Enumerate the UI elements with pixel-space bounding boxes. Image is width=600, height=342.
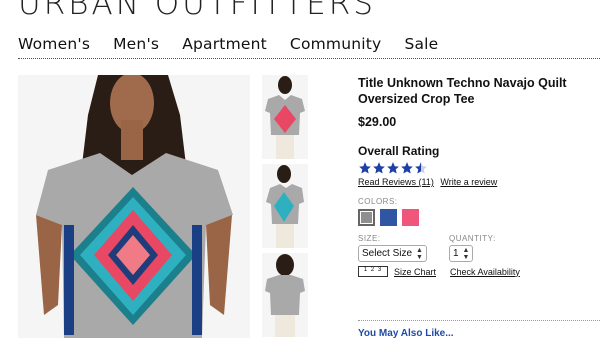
nav-divider: [18, 58, 600, 59]
swatch-pink[interactable]: [402, 209, 419, 226]
swatch-blue[interactable]: [380, 209, 397, 226]
size-label: SIZE:: [358, 234, 381, 243]
size-group: SIZE: Select Size ▲ ▼: [358, 234, 427, 262]
rating-stars: [358, 161, 598, 175]
color-swatches: [358, 209, 598, 226]
thumbnail-front[interactable]: [262, 75, 308, 159]
thumbnail-back[interactable]: [262, 253, 308, 337]
size-select-value: Select Size: [362, 248, 413, 259]
select-arrows-icon: ▲ ▼: [462, 246, 470, 261]
select-arrows-icon: ▲ ▼: [416, 246, 423, 261]
star-icon: [401, 162, 413, 174]
swatch-grey[interactable]: [358, 209, 375, 226]
quantity-label: QUANTITY:: [448, 234, 496, 243]
size-chart-row: 1 2 3 Size Chart Check Availability: [358, 266, 598, 277]
review-links: Read Reviews (11) Write a review: [358, 177, 598, 187]
also-divider: [358, 320, 600, 321]
product-price: $29.00: [358, 115, 397, 129]
thumbnail-list: [262, 75, 308, 342]
colors-label: COLORS:: [358, 197, 398, 206]
check-availability-link[interactable]: Check Availability: [450, 267, 520, 277]
nav-community[interactable]: Community: [290, 35, 382, 53]
thumbnail-side[interactable]: [262, 164, 308, 248]
nav-women[interactable]: Women's: [18, 35, 90, 53]
quantity-group: QUANTITY: 1 ▲ ▼: [448, 234, 496, 262]
product-info: Title Unknown Techno Navajo Quilt Oversi…: [358, 75, 598, 277]
size-select[interactable]: Select Size ▲ ▼: [358, 245, 427, 262]
ruler-icon: 1 2 3: [358, 266, 388, 277]
size-chart-link[interactable]: Size Chart: [394, 267, 436, 277]
quantity-select-value: 1: [452, 248, 459, 259]
brand-logo[interactable]: URBAN OUTFITTERS: [18, 0, 376, 22]
size-quantity-row: SIZE: Select Size ▲ ▼ QUANTITY: 1 ▲ ▼: [358, 234, 598, 262]
main-nav: Women's Men's Apartment Community Sale: [18, 35, 461, 53]
product-main-image[interactable]: [18, 75, 250, 338]
you-may-also-like-heading[interactable]: You May Also Like...: [358, 328, 454, 339]
quantity-select[interactable]: 1 ▲ ▼: [448, 245, 474, 262]
star-icon: [373, 162, 385, 174]
rating-label: Overall Rating: [358, 144, 440, 158]
star-icon: [387, 162, 399, 174]
star-icon: [359, 162, 371, 174]
half-star-icon: [415, 162, 427, 174]
nav-apartment[interactable]: Apartment: [182, 35, 267, 53]
nav-men[interactable]: Men's: [113, 35, 159, 53]
write-review-link[interactable]: Write a review: [440, 177, 497, 187]
read-reviews-link[interactable]: Read Reviews (11): [358, 177, 434, 187]
product-title: Title Unknown Techno Navajo Quilt Oversi…: [358, 76, 567, 106]
nav-sale[interactable]: Sale: [404, 35, 438, 53]
